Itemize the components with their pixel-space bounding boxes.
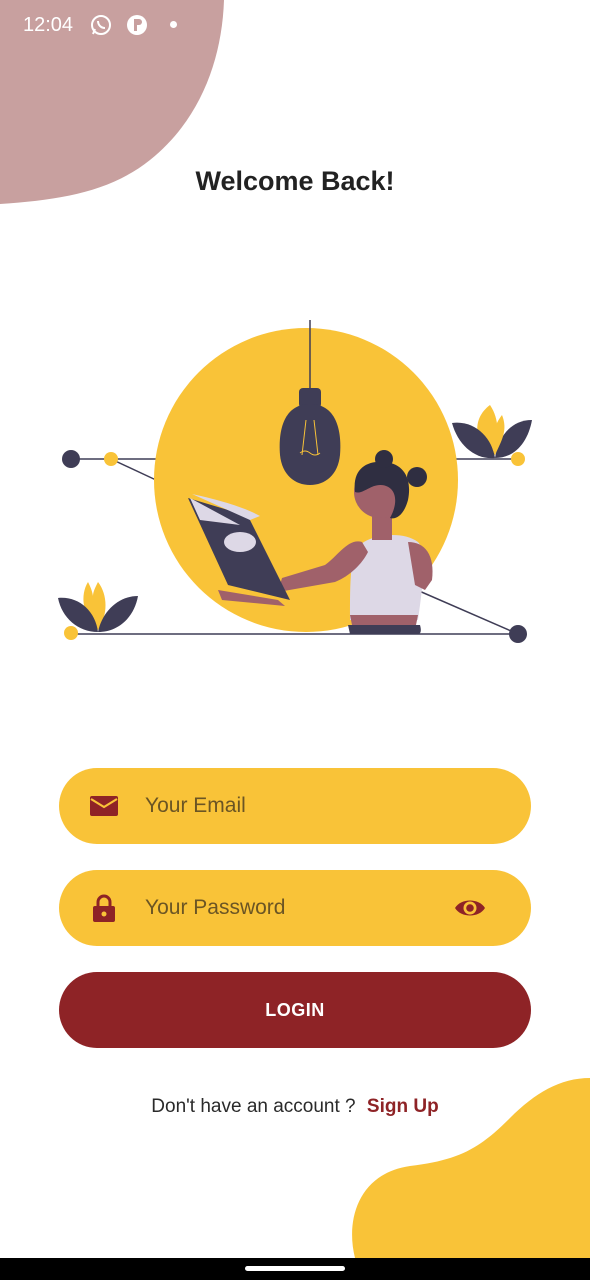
password-field[interactable]	[59, 870, 531, 946]
login-button[interactable]: LOGIN	[59, 972, 531, 1048]
eye-icon[interactable]	[453, 891, 487, 925]
whatsapp-icon	[91, 15, 111, 35]
lock-icon	[93, 894, 115, 922]
page-title: Welcome Back!	[195, 166, 395, 196]
email-input[interactable]	[143, 785, 441, 827]
status-dot-indicator	[170, 21, 177, 28]
mail-icon	[90, 796, 118, 816]
home-gesture-pill[interactable]	[245, 1266, 345, 1271]
reading-woman-illustration	[58, 320, 532, 643]
app-notification-icon	[127, 15, 147, 35]
signup-link[interactable]: Sign Up	[367, 1096, 439, 1117]
signup-prompt: Don't have an account ?	[151, 1096, 356, 1117]
signup-row: Don't have an account ? Sign Up	[0, 1096, 590, 1118]
email-field[interactable]	[59, 768, 531, 844]
status-time: 12:04	[23, 14, 74, 36]
password-input[interactable]	[143, 887, 441, 929]
system-nav-bar	[0, 1258, 590, 1280]
status-bar: 12:04	[0, 0, 590, 52]
